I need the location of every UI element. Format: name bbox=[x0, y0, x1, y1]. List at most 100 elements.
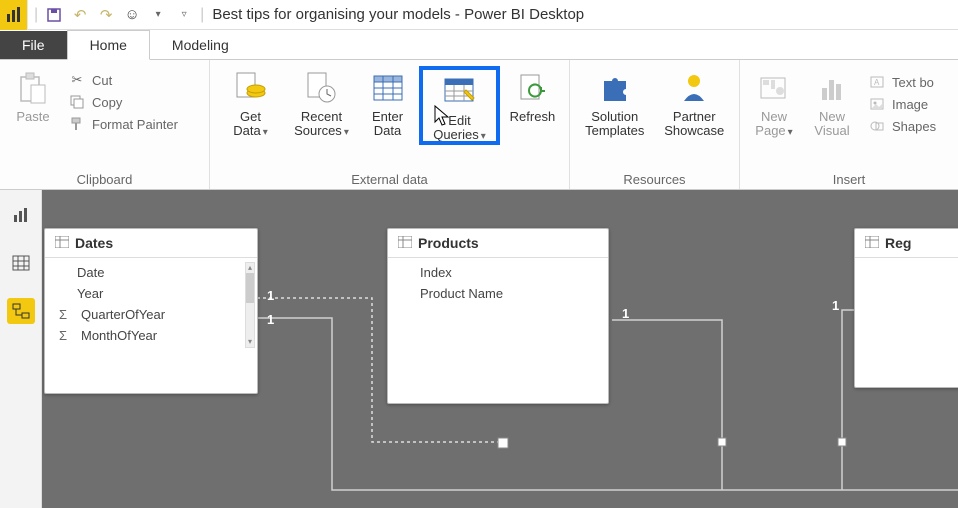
model-canvas[interactable]: 1 1 1 1 Dates Date Year ΣQuarterOfYear Σ… bbox=[42, 190, 958, 508]
recent-sources-icon bbox=[301, 70, 341, 106]
window-title: Best tips for organising your models - P… bbox=[212, 6, 584, 23]
copy-icon bbox=[68, 93, 86, 111]
textbox-icon: A bbox=[868, 73, 886, 91]
paste-icon bbox=[13, 70, 53, 106]
quick-access-toolbar: ↶ ↷ ☺ ▾ ▿ bbox=[38, 5, 200, 25]
partner-label-2: Showcase bbox=[664, 124, 724, 138]
app-logo-icon bbox=[0, 0, 28, 30]
field-row[interactable]: Date bbox=[45, 262, 257, 283]
view-report-button[interactable] bbox=[7, 202, 35, 228]
enter-data-label-1: Enter bbox=[372, 110, 403, 124]
table-node-partial[interactable]: Reg bbox=[854, 228, 958, 388]
cardinality-label: 1 bbox=[622, 306, 629, 321]
format-painter-button[interactable]: Format Painter bbox=[64, 114, 182, 134]
cut-button[interactable]: ✂ Cut bbox=[64, 70, 182, 90]
tab-modeling[interactable]: Modeling bbox=[150, 31, 251, 59]
field-label: Index bbox=[420, 265, 452, 280]
table-node-dates[interactable]: Dates Date Year ΣQuarterOfYear ΣMonthOfY… bbox=[44, 228, 258, 394]
save-icon[interactable] bbox=[44, 5, 64, 25]
new-visual-button[interactable]: New Visual bbox=[806, 68, 858, 139]
view-rail bbox=[0, 190, 42, 508]
new-page-label-2: Page bbox=[755, 124, 792, 138]
field-label: QuarterOfYear bbox=[81, 307, 165, 322]
group-clipboard: Paste ✂ Cut Copy Format Painter bbox=[0, 60, 210, 189]
partner-showcase-button[interactable]: Partner Showcase bbox=[658, 68, 732, 139]
new-visual-label-2: Visual bbox=[814, 124, 849, 138]
redo-icon[interactable]: ↷ bbox=[96, 5, 116, 25]
edit-queries-label-2: Queries bbox=[433, 128, 486, 142]
new-visual-icon bbox=[812, 70, 852, 106]
field-row[interactable]: ΣMonthOfYear bbox=[45, 325, 257, 346]
refresh-button[interactable]: Refresh bbox=[504, 68, 561, 138]
group-insert: New Page New Visual A Text bo Image bbox=[740, 60, 958, 189]
recent-sources-label-2: Sources bbox=[294, 124, 349, 138]
cardinality-label: 1 bbox=[267, 288, 274, 303]
feedback-smiley-icon[interactable]: ☺ bbox=[122, 5, 142, 25]
copy-label: Copy bbox=[92, 95, 122, 110]
enter-data-label-2: Data bbox=[374, 124, 401, 138]
image-icon bbox=[868, 95, 886, 113]
refresh-label: Refresh bbox=[510, 110, 556, 124]
ribbon-tabs: File Home Modeling bbox=[0, 30, 958, 60]
edit-queries-button[interactable]: Edit Queries bbox=[421, 68, 498, 143]
table-icon bbox=[55, 235, 69, 251]
get-data-icon bbox=[230, 70, 270, 106]
field-row[interactable]: Product Name bbox=[388, 283, 608, 304]
get-data-label-2: Data bbox=[233, 124, 268, 138]
table-node-products[interactable]: Products Index Product Name bbox=[387, 228, 609, 404]
get-data-label-1: Get bbox=[240, 110, 261, 124]
tab-file[interactable]: File bbox=[0, 31, 67, 59]
paste-label: Paste bbox=[16, 110, 49, 124]
copy-button[interactable]: Copy bbox=[64, 92, 182, 112]
group-label-insert: Insert bbox=[748, 170, 950, 187]
new-page-button[interactable]: New Page bbox=[748, 68, 800, 139]
format-painter-label: Format Painter bbox=[92, 117, 178, 132]
new-page-icon bbox=[754, 70, 794, 106]
image-button[interactable]: Image bbox=[864, 94, 940, 114]
solution-label-1: Solution bbox=[591, 110, 638, 124]
refresh-icon bbox=[512, 70, 552, 106]
cut-icon: ✂ bbox=[68, 71, 86, 89]
qat-dropdown-icon[interactable]: ▾ bbox=[148, 5, 168, 25]
partner-label-1: Partner bbox=[673, 110, 716, 124]
scroll-up-icon[interactable]: ▴ bbox=[246, 263, 254, 273]
field-row[interactable]: Σ QuarterOfYear bbox=[45, 304, 257, 325]
table-name: Reg bbox=[885, 235, 911, 251]
view-data-button[interactable] bbox=[7, 250, 35, 276]
sigma-icon: Σ bbox=[59, 307, 75, 322]
recent-sources-button[interactable]: Recent Sources bbox=[289, 68, 354, 139]
edit-queries-label-1: Edit bbox=[448, 114, 470, 128]
new-page-label-1: New bbox=[761, 110, 787, 124]
get-data-button[interactable]: Get Data bbox=[218, 68, 283, 139]
view-model-button[interactable] bbox=[7, 298, 35, 324]
shapes-icon bbox=[868, 117, 886, 135]
scroll-thumb[interactable] bbox=[246, 273, 254, 303]
field-row[interactable]: Year bbox=[45, 283, 257, 304]
paste-button[interactable]: Paste bbox=[8, 68, 58, 124]
title-bar: | ↶ ↷ ☺ ▾ ▿ | Best tips for organising y… bbox=[0, 0, 958, 30]
cursor-icon bbox=[433, 104, 451, 128]
field-row[interactable]: Index bbox=[388, 262, 608, 283]
scrollbar[interactable]: ▴ ▾ bbox=[245, 262, 255, 348]
cardinality-label: 1 bbox=[267, 312, 274, 327]
cut-label: Cut bbox=[92, 73, 112, 88]
field-label: Product Name bbox=[420, 286, 503, 301]
scroll-down-icon[interactable]: ▾ bbox=[246, 337, 254, 347]
field-label: Year bbox=[77, 286, 103, 301]
format-painter-icon bbox=[68, 115, 86, 133]
undo-icon[interactable]: ↶ bbox=[70, 5, 90, 25]
group-resources: Solution Templates Partner Showcase Reso… bbox=[570, 60, 740, 189]
textbox-label: Text bo bbox=[892, 75, 934, 90]
qat-customize-icon[interactable]: ▿ bbox=[174, 5, 194, 25]
group-label-clipboard: Clipboard bbox=[8, 170, 201, 187]
tab-home[interactable]: Home bbox=[67, 30, 150, 60]
field-label: Date bbox=[77, 265, 104, 280]
enter-data-button[interactable]: Enter Data bbox=[360, 68, 415, 139]
group-label-external: External data bbox=[218, 170, 561, 187]
shapes-button[interactable]: Shapes bbox=[864, 116, 940, 136]
textbox-button[interactable]: A Text bo bbox=[864, 72, 940, 92]
table-icon bbox=[865, 235, 879, 251]
person-icon bbox=[674, 70, 714, 106]
solution-templates-button[interactable]: Solution Templates bbox=[578, 68, 652, 139]
table-name: Products bbox=[418, 235, 479, 251]
